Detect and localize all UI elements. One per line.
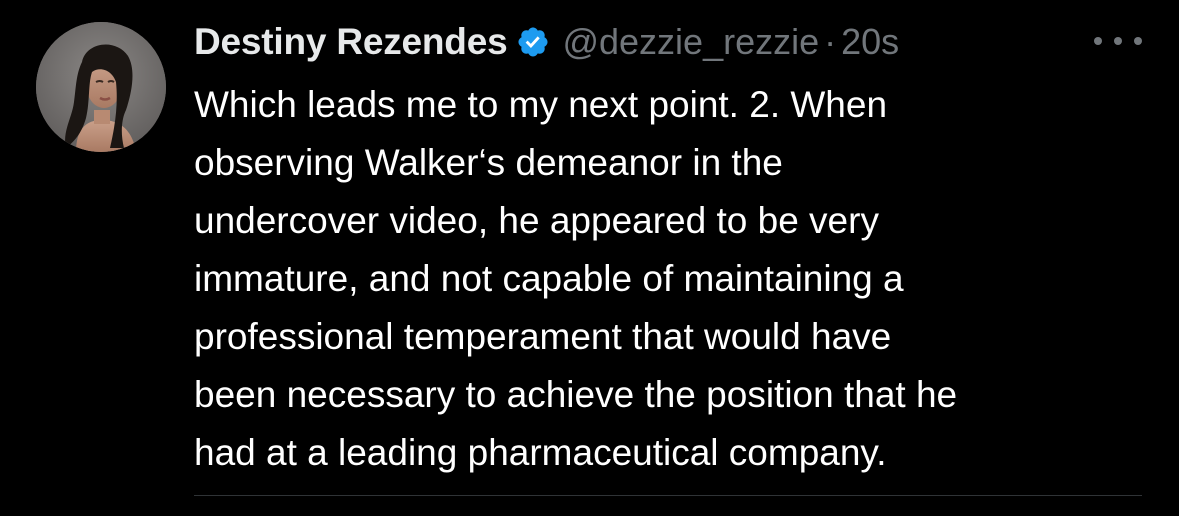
tweet-header: Destiny Rezendes @dezzie_rezzie · 20s <box>194 14 899 70</box>
avatar[interactable] <box>36 22 166 152</box>
tweet-text-line: immature, and not capable of maintaining… <box>194 258 904 299</box>
dot-icon <box>1094 37 1102 45</box>
tweet-text-line: professional temperament that would have <box>194 316 892 357</box>
user-handle[interactable]: @dezzie_rezzie <box>562 21 819 63</box>
dot-icon <box>1134 37 1142 45</box>
tweet-text-line: been necessary to achieve the position t… <box>194 374 958 415</box>
more-options-icon[interactable] <box>1094 28 1142 54</box>
tweet-text-line: had at a leading pharmaceutical company. <box>194 432 887 473</box>
separator-dot: · <box>824 21 837 62</box>
profile-photo-icon <box>36 22 166 152</box>
display-name[interactable]: Destiny Rezendes <box>194 21 508 63</box>
tweet-text-line: Which leads me to my next point. 2. When <box>194 84 888 125</box>
divider <box>194 495 1142 496</box>
verified-badge-icon <box>516 25 550 59</box>
tweet-text-line: undercover video, he appeared to be very <box>194 200 879 241</box>
timestamp[interactable]: 20s <box>841 21 899 63</box>
tweet[interactable]: Destiny Rezendes @dezzie_rezzie · 20s Wh… <box>0 0 1179 516</box>
tweet-text-line: observing Walker‘s demeanor in the <box>194 142 783 183</box>
dot-icon <box>1114 37 1122 45</box>
tweet-text: Which leads me to my next point. 2. When… <box>194 76 1154 482</box>
